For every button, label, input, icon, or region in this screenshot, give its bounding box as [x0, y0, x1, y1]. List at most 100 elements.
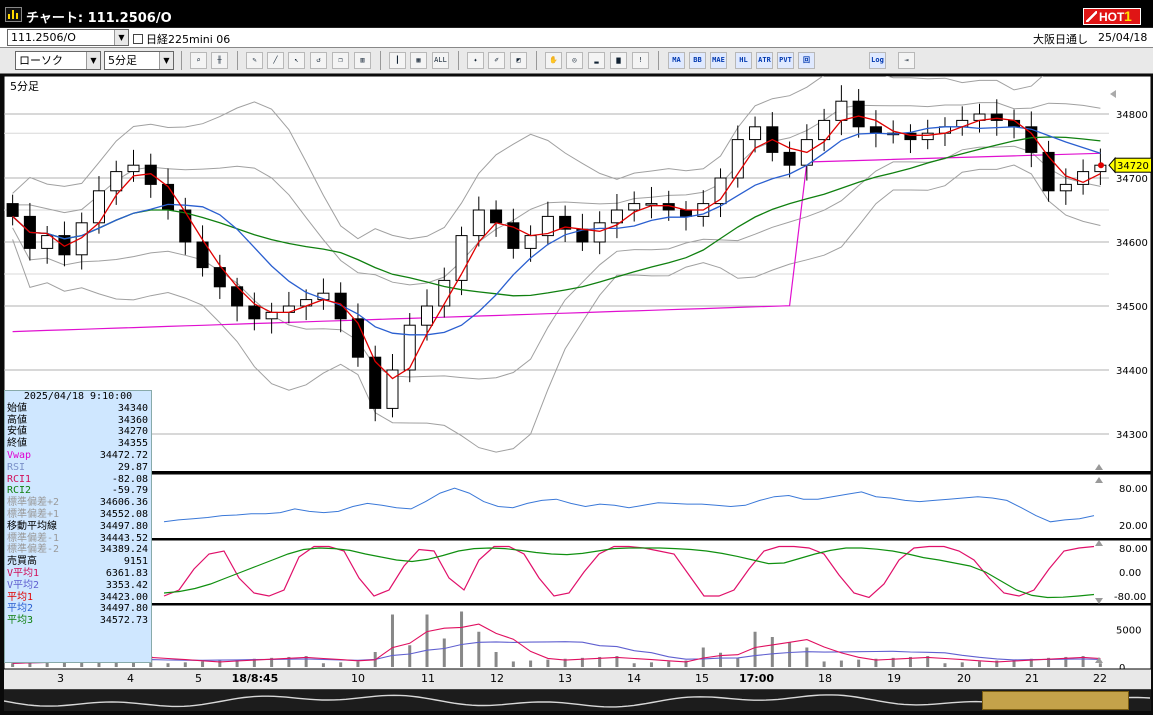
info-button[interactable]: !: [632, 52, 649, 69]
x-tick-label: 17:00: [739, 672, 775, 685]
panel-row: RCI2 -59.79: [5, 485, 151, 497]
crosshair-button[interactable]: ╫: [211, 52, 228, 69]
panel-row: 平均3 34572.73: [5, 615, 151, 627]
panel-row: 安値 34270: [5, 426, 151, 438]
panel-row: 標準偏差-1 34443.52: [5, 533, 151, 545]
pen-button[interactable]: ✎: [246, 52, 263, 69]
tools-button[interactable]: ✦: [467, 52, 484, 69]
indicator-button-atr[interactable]: ATR: [756, 52, 773, 69]
color-button[interactable]: ◩: [510, 52, 527, 69]
x-tick-label: 22: [1093, 672, 1107, 685]
pane-background-1: [4, 473, 1151, 540]
panel-row-value: 34423.00: [99, 591, 148, 603]
candle-body: [420, 305, 434, 326]
panel-row-label: 始値: [7, 402, 27, 414]
toolbar-separator: [380, 51, 381, 70]
timeframe-select[interactable]: 5分足 ▼: [104, 51, 174, 70]
hot-button[interactable]: HOT 1: [1083, 8, 1141, 25]
panel-row: 始値 34340: [5, 403, 151, 415]
indicator-button-ma[interactable]: MA: [668, 52, 685, 69]
stamp-button[interactable]: ✋: [545, 52, 562, 69]
redo-button[interactable]: ↺: [310, 52, 327, 69]
volume-bar: [822, 661, 826, 667]
panel-row-value: 6361.83: [105, 567, 148, 579]
export-icon[interactable]: ⇥: [898, 52, 915, 69]
candle-body: [783, 151, 796, 166]
x-tick-label: 15: [695, 672, 709, 685]
volume-bar: [356, 661, 360, 667]
symbol-select[interactable]: 111.2506/O ▼: [7, 29, 129, 46]
candle-body: [231, 286, 244, 307]
chart-canvas[interactable]: 34800 34700 34600 34500 34400 34300 5分足 34720 80…: [4, 76, 1151, 690]
delete-button[interactable]: ▥: [354, 52, 371, 69]
x-tick-label: 5: [195, 672, 202, 685]
volume-bar: [632, 663, 636, 667]
toolbar-separator: [536, 51, 537, 70]
x-tick-label: 18: [818, 672, 832, 685]
grid-button[interactable]: ▦: [410, 52, 427, 69]
volume-button[interactable]: ▆: [610, 52, 627, 69]
candle-body: [334, 292, 347, 320]
symbol-name: 日経225mini 06: [133, 31, 230, 47]
chart-area[interactable]: 34800 34700 34600 34500 34400 34300 5分足 34720 80…: [4, 76, 1151, 690]
overview-line: [4, 694, 1151, 708]
candle-body: [472, 209, 485, 237]
brush-button[interactable]: ✐: [488, 52, 505, 69]
volume-bar: [511, 661, 515, 667]
panel-row-label: 平均3: [7, 615, 34, 627]
bars-button[interactable]: ▂: [588, 52, 605, 69]
trendline-button[interactable]: ╱: [267, 52, 284, 69]
all-button[interactable]: ALL: [432, 52, 449, 69]
panel-row-value: 34472.72: [99, 449, 148, 461]
indicator-button-bb[interactable]: BB: [689, 52, 706, 69]
volume-bar: [201, 661, 205, 667]
volume-bar: [477, 631, 481, 667]
zoom-button[interactable]: ⌕: [190, 52, 207, 69]
chevron-down-icon: ▼: [86, 52, 100, 69]
indicator-button-pvt[interactable]: PVT: [777, 52, 794, 69]
x-tick-label: 12: [490, 672, 504, 685]
rci-tick-label: 0.00: [1119, 568, 1141, 579]
candle-body: [679, 209, 693, 217]
volume-bar: [529, 660, 533, 667]
price-tick-label: 34500: [1116, 302, 1148, 313]
candle-body: [921, 132, 934, 141]
panel-row: V平均1 6361.83: [5, 568, 151, 580]
search-button[interactable]: ◎: [566, 52, 583, 69]
volume-bar: [425, 614, 429, 667]
panel-row-value: 34443.52: [99, 532, 148, 544]
indicator-button-hl[interactable]: HL: [735, 52, 752, 69]
indicator-button-mae[interactable]: MAE: [710, 52, 727, 69]
chevron-down-icon: ▼: [114, 30, 128, 45]
candle-body: [127, 164, 140, 173]
x-tick-label: 10: [351, 672, 365, 685]
volume-bar: [339, 662, 343, 667]
chart-type-select[interactable]: ローソク ▼: [15, 51, 101, 70]
chart-app-icon: [5, 7, 22, 22]
chart-scrollbar[interactable]: [4, 689, 1151, 711]
indicator-button-回[interactable]: 回: [798, 52, 815, 69]
candle-body: [6, 203, 19, 217]
panel-row-label: RSI: [7, 461, 26, 473]
symbol-bar: 111.2506/O ▼ 日経225mini 06 大阪日通し 25/04/18: [0, 28, 1153, 48]
indicator-button-log[interactable]: Log: [869, 52, 886, 69]
volume-bar: [736, 658, 740, 667]
candle-body: [403, 324, 416, 371]
panel-row: 売買高 9151: [5, 556, 151, 568]
panel-row-value: 34355: [117, 438, 148, 450]
scrollbar-thumb[interactable]: [982, 691, 1129, 710]
symbol-code: 111.2506/O: [11, 31, 76, 44]
panel-row-label: V平均2: [7, 579, 40, 591]
cursor-button[interactable]: ↖: [288, 52, 305, 69]
rsi-tick-label: 20.00: [1119, 521, 1148, 532]
panel-row-value: 9151: [123, 556, 148, 568]
candle-body: [92, 190, 105, 224]
window-title: チャート: 111.2506/O: [26, 11, 172, 26]
candle-button[interactable]: ┃: [389, 52, 406, 69]
candle-body: [628, 203, 641, 211]
chart-window: チャート: 111.2506/O HOT 1 111.2506/O ▼ 日経22…: [0, 0, 1153, 715]
copy-button[interactable]: ❐: [332, 52, 349, 69]
hot-label: HOT: [1099, 10, 1125, 24]
volume-bar: [978, 661, 982, 667]
x-tick-label: 11: [421, 672, 435, 685]
